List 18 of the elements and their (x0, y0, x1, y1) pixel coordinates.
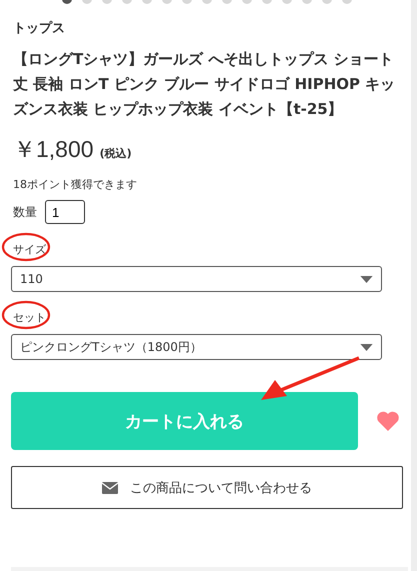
inquiry-button[interactable]: この商品について問い合わせる (11, 466, 403, 509)
heart-icon[interactable] (376, 410, 400, 432)
caret-icon (360, 344, 373, 350)
quantity-label: 数量 (13, 204, 37, 220)
option-select[interactable]: 110 (11, 266, 382, 292)
highlight-ellipse (1, 300, 51, 330)
caret-icon (360, 276, 373, 282)
price: ￥1,800 (13, 135, 94, 164)
product-title: 【ロングTシャツ】ガールズ へそ出しトップス ショート丈 長袖 ロンT ピンク ブルー サイドロゴ HIPHOP キッズンス衣装 ヒップホップ衣装 イベント【t-25】 (13, 49, 396, 120)
quantity-field[interactable]: 1 (45, 200, 85, 224)
option-label: セット (13, 310, 46, 324)
highlight-ellipse (1, 232, 51, 262)
mail-icon (102, 482, 118, 494)
option-label: サイズ (13, 242, 46, 256)
points-text: 18ポイント獲得できます (13, 177, 138, 192)
option-select[interactable]: ピンクロングTシャツ（1800円） (11, 334, 382, 360)
category-label: トップス (13, 20, 66, 37)
tax-note: (税込) (100, 146, 132, 161)
